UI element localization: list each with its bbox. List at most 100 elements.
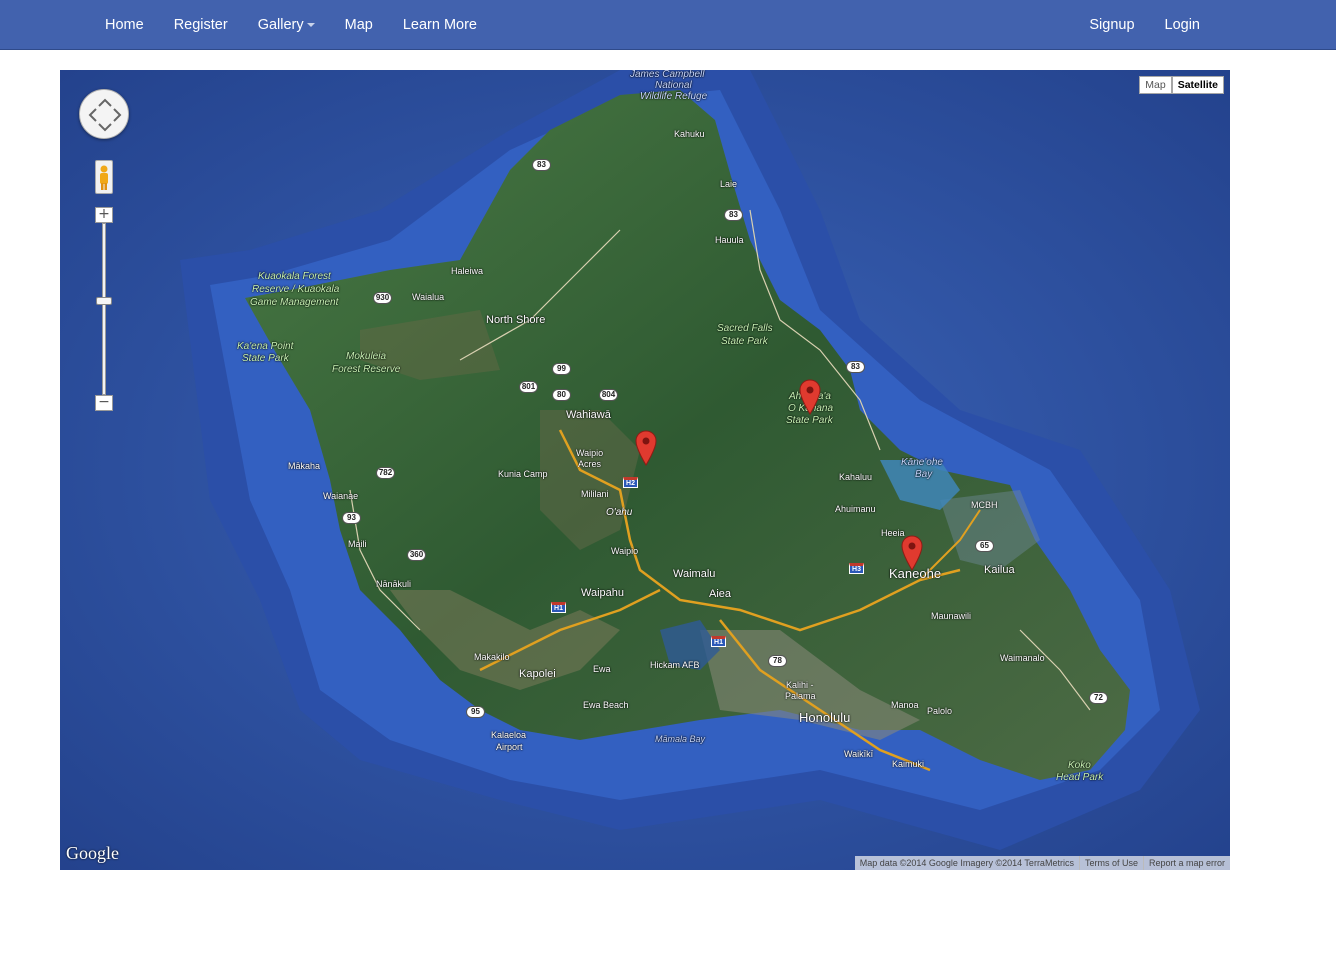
route-65-shield: 65 (975, 540, 994, 552)
zoom-in-button[interactable]: + (95, 207, 113, 223)
label-koko-1: Koko (1068, 760, 1091, 771)
label-honolulu: Honolulu (799, 710, 851, 725)
pegman-icon[interactable] (95, 160, 113, 194)
navbar: Home Register Gallery Map Learn More Sig… (0, 0, 1336, 50)
label-ahupuaa-3: State Park (786, 415, 833, 426)
route-801-shield: 801 (519, 381, 538, 393)
label-waianae: Waianae (323, 491, 359, 501)
google-logo[interactable]: Google (66, 843, 119, 864)
label-laie: Laie (720, 179, 738, 189)
label-mokuleia-2: Forest Reserve (332, 364, 401, 375)
label-maili: Maili (348, 539, 367, 549)
label-north-shore: North Shore (486, 314, 546, 326)
label-hickam: Hickam AFB (650, 660, 700, 670)
map-type-satellite-button[interactable]: Satellite (1171, 76, 1224, 94)
interstate-h2-shield: H2 (623, 477, 638, 488)
nav-learn-more-link[interactable]: Learn More (388, 0, 492, 50)
label-aiea: Aiea (709, 588, 732, 600)
nav-login-link[interactable]: Login (1150, 0, 1215, 50)
label-waimanalo: Waimanalo (1000, 653, 1045, 663)
zoom-slider-track[interactable] (102, 223, 106, 395)
nav-gallery-label: Gallery (257, 17, 304, 33)
report-map-error-link[interactable]: Report a map error (1142, 856, 1230, 870)
route-360-shield: 360 (407, 549, 426, 561)
label-wahiawa: Wahiawā (566, 409, 611, 421)
label-ewa-beach: Ewa Beach (583, 700, 629, 710)
label-kalaeloa-2: Airport (496, 742, 523, 752)
label-mokuleia-1: Mokuleia (346, 351, 387, 362)
label-kalihi-1: Kalihi - (786, 680, 814, 690)
terms-of-use-link[interactable]: Terms of Use (1078, 856, 1143, 870)
interstate-h1-shield: H1 (551, 602, 566, 613)
label-waipahu: Waipahu (581, 587, 625, 599)
label-kailua: Kailua (984, 564, 1015, 576)
label-makakilo: Makakilo (474, 652, 510, 662)
label-palolo: Palolo (927, 706, 953, 716)
label-waipio-acres-1: Waipio (576, 448, 604, 458)
label-kaena-1: Ka'ena Point (237, 341, 294, 352)
nav-gallery-dropdown[interactable]: Gallery (243, 0, 330, 50)
label-kuaokala-3: Game Management (250, 297, 339, 308)
pan-arrows-icon (88, 98, 122, 132)
nav-home-link[interactable]: Home (90, 0, 159, 50)
map-marker-icon[interactable] (901, 535, 923, 571)
map-marker-icon[interactable] (635, 430, 657, 466)
map-type-control: Map Satellite (1139, 76, 1224, 94)
label-nanakuli: Nānākuli (376, 579, 412, 589)
caret-down-icon (306, 23, 315, 28)
satellite-imagery (60, 70, 1230, 870)
map-canvas[interactable]: James Campbell National Wildlife Refuge … (60, 70, 1230, 870)
label-manoa: Manoa (891, 700, 919, 710)
label-maunawili: Maunawili (931, 611, 972, 621)
label-kaneohe-bay-1: Kāne'ohe (901, 457, 943, 468)
route-95-shield: 95 (466, 706, 485, 718)
route-930-shield: 930 (373, 292, 392, 304)
label-kapolei: Kapolei (519, 668, 556, 680)
label-oahu: O'ahu (606, 507, 633, 518)
label-kahaluu: Kahaluu (839, 472, 873, 482)
label-haleiwa: Haleiwa (451, 266, 484, 276)
label-kalihi-2: Palama (785, 691, 816, 701)
nav-right: Signup Login (1074, 0, 1215, 50)
pegman-figure-icon (100, 165, 108, 190)
route-782-shield: 782 (376, 467, 395, 479)
label-sacred-falls-1: Sacred Falls (717, 323, 773, 334)
route-93-shield: 93 (342, 512, 361, 524)
nav-register-link[interactable]: Register (159, 0, 243, 50)
route-80-shield: 80 (552, 389, 571, 401)
pan-control[interactable] (79, 89, 129, 139)
label-kahuku: Kahuku (674, 129, 705, 139)
label-hauula: Hauula (715, 235, 744, 245)
label-kalaeloa-1: Kalaeloa (491, 730, 527, 740)
zoom-slider-handle[interactable] (96, 297, 112, 305)
nav-map-link[interactable]: Map (330, 0, 388, 50)
label-waipio-acres-2: Acres (578, 459, 602, 469)
label-kuaokala-2: Reserve / Kuaokala (252, 284, 340, 295)
attribution-text: Map data ©2014 Google Imagery ©2014 Terr… (859, 858, 1074, 868)
label-ewa: Ewa (593, 664, 611, 674)
zoom-out-button[interactable]: − (95, 395, 113, 411)
route-83-shield: 83 (846, 361, 865, 373)
route-78-shield: 78 (768, 655, 787, 667)
label-james-campbell: James Campbell (630, 70, 705, 80)
label-waialua: Waialua (412, 292, 445, 302)
map-attribution: Map data ©2014 Google Imagery ©2014 Terr… (854, 856, 1230, 870)
route-83-shield: 83 (724, 209, 743, 221)
label-kuaokala-1: Kuaokala Forest (258, 271, 331, 282)
map-type-map-button[interactable]: Map (1139, 76, 1172, 94)
label-kunia-camp: Kunia Camp (498, 469, 548, 479)
route-804-shield: 804 (599, 389, 618, 401)
label-makaha: Mākaha (288, 461, 321, 471)
route-99-shield: 99 (552, 363, 571, 375)
nav-left: Home Register Gallery Map Learn More (90, 0, 492, 50)
label-mililani: Mililani (581, 489, 609, 499)
label-waipio: Waipio (611, 546, 639, 556)
nav-signup-link[interactable]: Signup (1074, 0, 1149, 50)
interstate-h1-shield: H1 (711, 636, 726, 647)
label-waikiki: Waikīkī (844, 749, 874, 759)
label-national: National (655, 80, 692, 91)
map-marker-icon[interactable] (799, 379, 821, 415)
label-waimalu: Waimalu (673, 568, 716, 580)
route-72-shield: 72 (1089, 692, 1108, 704)
label-kaneohe-bay-2: Bay (915, 469, 933, 480)
